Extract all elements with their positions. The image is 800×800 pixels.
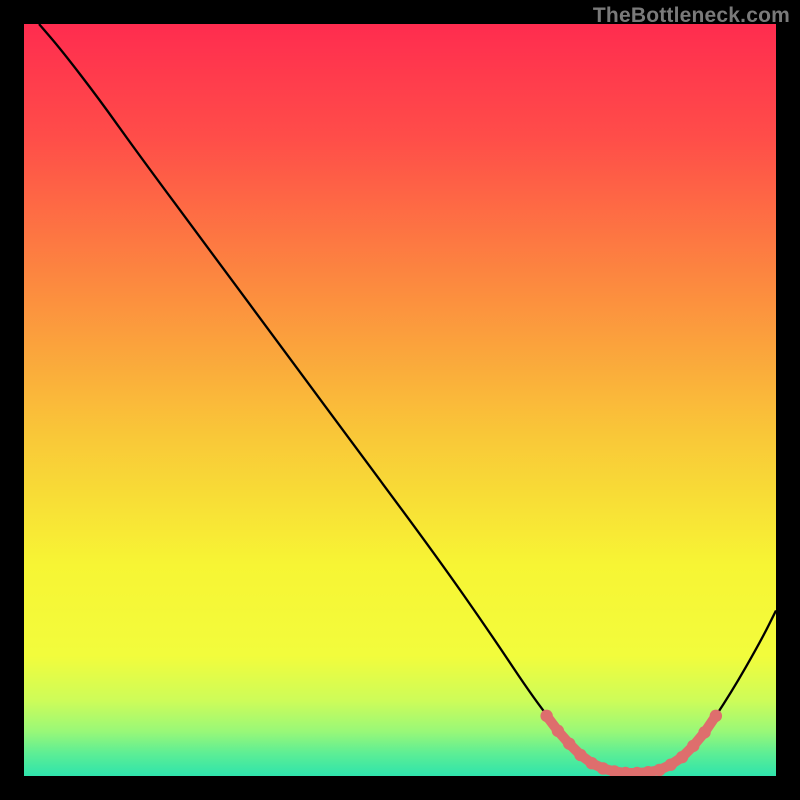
optimal-range-dot xyxy=(563,737,575,749)
optimal-range-dot xyxy=(653,764,665,776)
optimal-range-dot xyxy=(574,749,586,761)
optimal-range-dot xyxy=(698,726,710,738)
plot-area xyxy=(24,24,776,776)
optimal-range-dot xyxy=(540,710,552,722)
gradient-background xyxy=(24,24,776,776)
chart-svg xyxy=(24,24,776,776)
chart-container: TheBottleneck.com xyxy=(0,0,800,800)
optimal-range-dot xyxy=(676,751,688,763)
optimal-range-dot xyxy=(597,762,609,774)
optimal-range-dot xyxy=(665,759,677,771)
optimal-range-dot xyxy=(687,740,699,752)
optimal-range-dot xyxy=(552,725,564,737)
optimal-range-dot xyxy=(586,757,598,769)
optimal-range-dot xyxy=(710,710,722,722)
